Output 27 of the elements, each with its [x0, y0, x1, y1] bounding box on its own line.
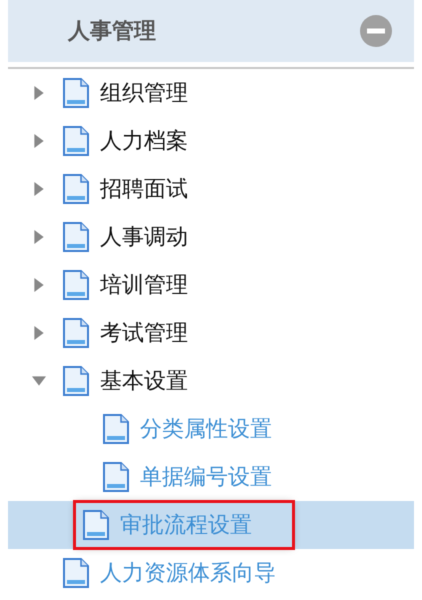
- collapsed-arrow-icon[interactable]: [32, 134, 46, 148]
- tree-item[interactable]: 招聘面试: [100, 174, 188, 204]
- tree-item[interactable]: 人事调动: [100, 222, 188, 252]
- collapsed-arrow-icon[interactable]: [32, 230, 46, 244]
- tree-item[interactable]: 基本设置: [100, 366, 188, 396]
- document-icon: [62, 77, 90, 109]
- tree-item[interactable]: 人力档案: [100, 126, 188, 156]
- document-icon: [82, 509, 110, 541]
- panel-title: 人事管理: [68, 18, 156, 46]
- collapsed-arrow-icon[interactable]: [32, 86, 46, 100]
- document-icon: [62, 365, 90, 397]
- collapsed-arrow-icon[interactable]: [32, 326, 46, 340]
- collapsed-arrow-icon[interactable]: [32, 182, 46, 196]
- collapsed-arrow-icon[interactable]: [32, 278, 46, 292]
- tree-item[interactable]: 培训管理: [100, 270, 188, 300]
- collapse-icon[interactable]: [360, 15, 392, 47]
- document-icon: [62, 173, 90, 205]
- tree-item[interactable]: 考试管理: [100, 318, 188, 348]
- document-icon: [62, 125, 90, 157]
- document-icon: [102, 461, 130, 493]
- document-icon: [62, 557, 90, 589]
- document-icon: [62, 317, 90, 349]
- document-icon: [102, 413, 130, 445]
- document-icon: [62, 269, 90, 301]
- document-icon: [62, 221, 90, 253]
- tree-item[interactable]: 组织管理: [100, 78, 188, 108]
- expanded-arrow-icon[interactable]: [32, 374, 46, 388]
